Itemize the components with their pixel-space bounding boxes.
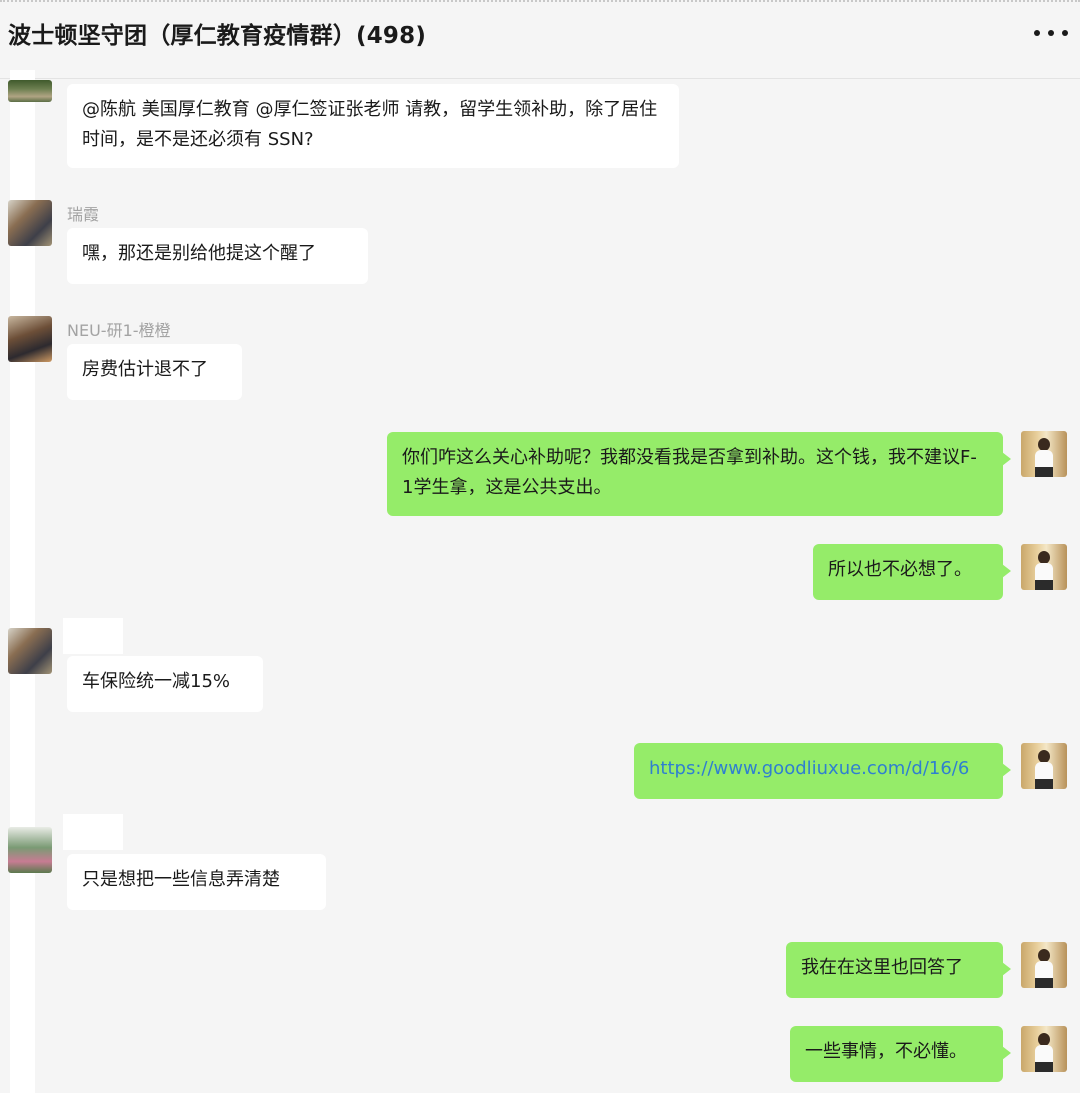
message-text: 嘿，那还是别给他提这个醒了 bbox=[82, 243, 316, 264]
member-avatar[interactable] bbox=[8, 628, 52, 674]
sender-name-redacted bbox=[63, 814, 123, 850]
chat-title: 波士顿坚守团（厚仁教育疫情群）(498) bbox=[8, 23, 427, 49]
my-avatar[interactable] bbox=[1021, 544, 1067, 590]
message-text: 你们咋这么关心补助呢？我都没看我是否拿到补助。这个钱，我不建议F-1学生拿，这是… bbox=[402, 447, 977, 498]
message-text: 车保险统一减15% bbox=[82, 671, 231, 692]
message-text: 房费估计退不了 bbox=[82, 359, 208, 380]
my-avatar[interactable] bbox=[1021, 942, 1067, 988]
message-bubble-outgoing[interactable]: 我在在这里也回答了 bbox=[786, 942, 1011, 998]
chat-header: 波士顿坚守团（厚仁教育疫情群）(498) bbox=[0, 2, 1080, 79]
sender-name: NEU-研1-橙橙 bbox=[67, 321, 171, 340]
message-bubble-incoming[interactable]: 嘿，那还是别给他提这个醒了 bbox=[67, 228, 368, 284]
member-avatar[interactable] bbox=[8, 316, 52, 362]
member-avatar[interactable] bbox=[8, 827, 52, 873]
message-text: 一些事情，不必懂。 bbox=[805, 1041, 967, 1062]
message-link[interactable]: https://www.goodliuxue.com/d/16/6 bbox=[649, 758, 969, 779]
message-text: 所以也不必想了。 bbox=[828, 559, 972, 580]
member-avatar[interactable] bbox=[8, 80, 52, 102]
message-text: 只是想把一些信息弄清楚 bbox=[82, 869, 280, 890]
my-avatar[interactable] bbox=[1021, 1026, 1067, 1072]
message-bubble-incoming[interactable]: 房费估计退不了 bbox=[67, 344, 242, 400]
message-bubble-outgoing[interactable]: https://www.goodliuxue.com/d/16/6 bbox=[634, 743, 1011, 799]
message-bubble-incoming[interactable]: 车保险统一减15% bbox=[67, 656, 263, 712]
message-bubble-outgoing[interactable]: 一些事情，不必懂。 bbox=[790, 1026, 1011, 1082]
my-avatar[interactable] bbox=[1021, 431, 1067, 477]
member-avatar[interactable] bbox=[8, 200, 52, 246]
message-text: 我在在这里也回答了 bbox=[801, 957, 963, 978]
message-bubble-outgoing[interactable]: 所以也不必想了。 bbox=[813, 544, 1011, 600]
message-bubble-incoming[interactable]: 只是想把一些信息弄清楚 bbox=[67, 854, 326, 910]
my-avatar[interactable] bbox=[1021, 743, 1067, 789]
sender-name-redacted bbox=[63, 618, 123, 654]
more-dots-icon[interactable] bbox=[1034, 16, 1068, 50]
message-text: @陈航 美国厚仁教育 @厚仁签证张老师 请教，留学生领补助，除了居住时间，是不是… bbox=[82, 99, 658, 150]
sender-name: 瑞霞 bbox=[67, 205, 100, 224]
message-bubble-incoming[interactable]: @陈航 美国厚仁教育 @厚仁签证张老师 请教，留学生领补助，除了居住时间，是不是… bbox=[67, 84, 679, 168]
message-bubble-outgoing[interactable]: 你们咋这么关心补助呢？我都没看我是否拿到补助。这个钱，我不建议F-1学生拿，这是… bbox=[387, 432, 1011, 516]
